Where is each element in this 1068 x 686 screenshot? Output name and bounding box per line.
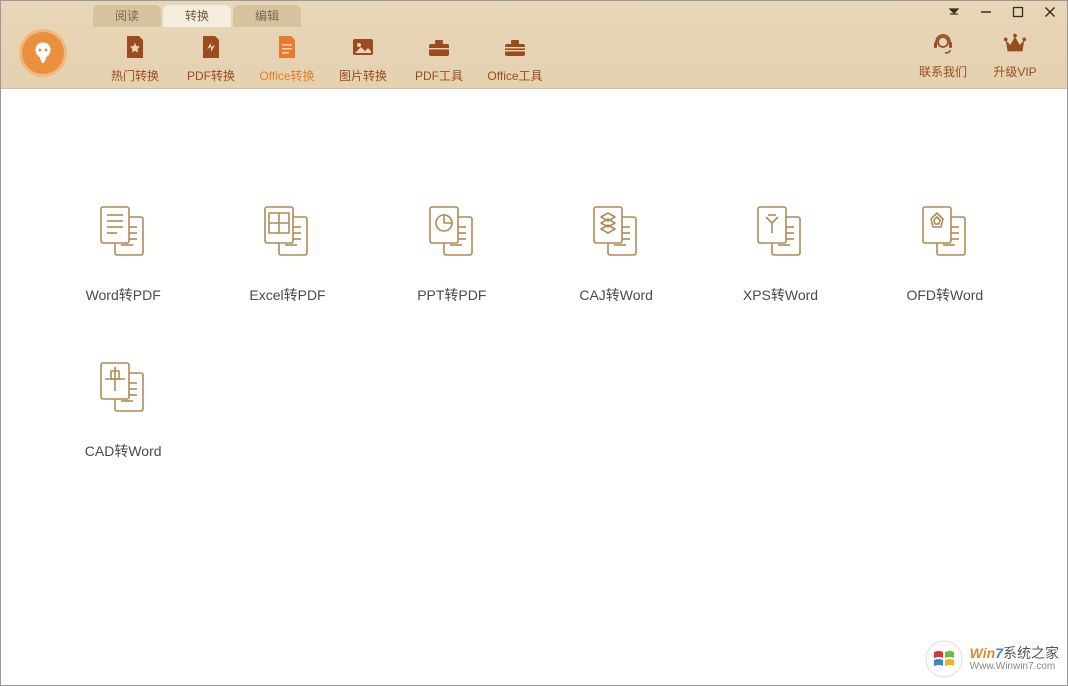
toolbar: 热门转换 PDF转换 Office转换 图片转换 PDF工具 (97, 31, 553, 84)
toolbar-label: Office工具 (487, 67, 542, 84)
option-word-to-pdf[interactable]: Word转PDF (41, 199, 205, 305)
toolbar-label: PDF转换 (187, 67, 235, 84)
office-file-icon (273, 33, 301, 61)
options-grid: Word转PDF Excel转PDF (1, 149, 1067, 461)
tabs-row: 阅读 转换 编辑 (93, 1, 303, 27)
option-label: Excel转PDF (249, 285, 325, 305)
option-label: CAJ转Word (579, 285, 653, 305)
app-logo[interactable] (19, 29, 67, 77)
header: 阅读 转换 编辑 热门转换 (1, 1, 1067, 89)
option-caj-to-word[interactable]: CAJ转Word (534, 199, 698, 305)
option-xps-to-word[interactable]: XPS转Word (698, 199, 862, 305)
watermark-win: Win (970, 645, 996, 661)
toolbar-office-tools[interactable]: Office工具 (477, 31, 553, 84)
tab-convert[interactable]: 转换 (163, 5, 231, 27)
watermark-rest: 系统之家 (1003, 645, 1059, 661)
tab-label: 阅读 (115, 9, 139, 23)
tab-read[interactable]: 阅读 (93, 5, 161, 27)
upgrade-vip[interactable]: 升级VIP (979, 31, 1051, 80)
toolbar-image-convert[interactable]: 图片转换 (325, 31, 401, 84)
ofd-doc-icon (913, 199, 977, 263)
option-cad-to-word[interactable]: CAD转Word (41, 355, 205, 461)
window-controls (945, 1, 1059, 23)
option-label: CAD转Word (85, 441, 162, 461)
excel-doc-icon (255, 199, 319, 263)
caj-doc-icon (584, 199, 648, 263)
upgrade-label: 升级VIP (993, 63, 1036, 80)
option-ofd-to-word[interactable]: OFD转Word (863, 199, 1027, 305)
toolbar-office-convert[interactable]: Office转换 (249, 31, 325, 84)
toolbar-label: PDF工具 (415, 67, 463, 84)
contact-label: 联系我们 (919, 63, 967, 80)
word-doc-icon (91, 199, 155, 263)
option-label: PPT转PDF (417, 285, 486, 305)
menu-icon[interactable] (945, 3, 963, 21)
watermark-url: Www.Winwin7.com (970, 661, 1059, 672)
headset-icon (930, 31, 956, 57)
maximize-icon[interactable] (1009, 3, 1027, 21)
xps-doc-icon (748, 199, 812, 263)
cad-doc-icon (91, 355, 155, 419)
image-file-icon (349, 33, 377, 61)
toolbox-icon (425, 33, 453, 61)
tab-edit[interactable]: 编辑 (233, 5, 301, 27)
toolbox-icon (501, 33, 529, 61)
toolbar-pdf-convert[interactable]: PDF转换 (173, 31, 249, 84)
option-label: XPS转Word (743, 285, 818, 305)
pdf-file-icon (197, 33, 225, 61)
right-tools: 联系我们 升级VIP (907, 31, 1051, 80)
tab-label: 编辑 (255, 9, 279, 23)
star-file-icon (121, 33, 149, 61)
toolbar-hot-convert[interactable]: 热门转换 (97, 31, 173, 84)
ppt-doc-icon (420, 199, 484, 263)
windows-logo-icon (924, 639, 964, 679)
toolbar-pdf-tools[interactable]: PDF工具 (401, 31, 477, 84)
option-label: OFD转Word (906, 285, 983, 305)
option-ppt-to-pdf[interactable]: PPT转PDF (370, 199, 534, 305)
close-icon[interactable] (1041, 3, 1059, 21)
crown-icon (1002, 31, 1028, 57)
toolbar-label: 热门转换 (111, 67, 159, 84)
watermark-text: Win7系统之家 Www.Winwin7.com (970, 646, 1059, 672)
watermark: Win7系统之家 Www.Winwin7.com (924, 639, 1059, 679)
watermark-seven: 7 (995, 645, 1003, 661)
option-excel-to-pdf[interactable]: Excel转PDF (205, 199, 369, 305)
toolbar-label: Office转换 (259, 67, 314, 84)
minimize-icon[interactable] (977, 3, 995, 21)
tab-label: 转换 (185, 9, 209, 23)
option-label: Word转PDF (86, 285, 161, 305)
contact-us[interactable]: 联系我们 (907, 31, 979, 80)
content-area: Word转PDF Excel转PDF (1, 89, 1067, 685)
toolbar-label: 图片转换 (339, 67, 387, 84)
